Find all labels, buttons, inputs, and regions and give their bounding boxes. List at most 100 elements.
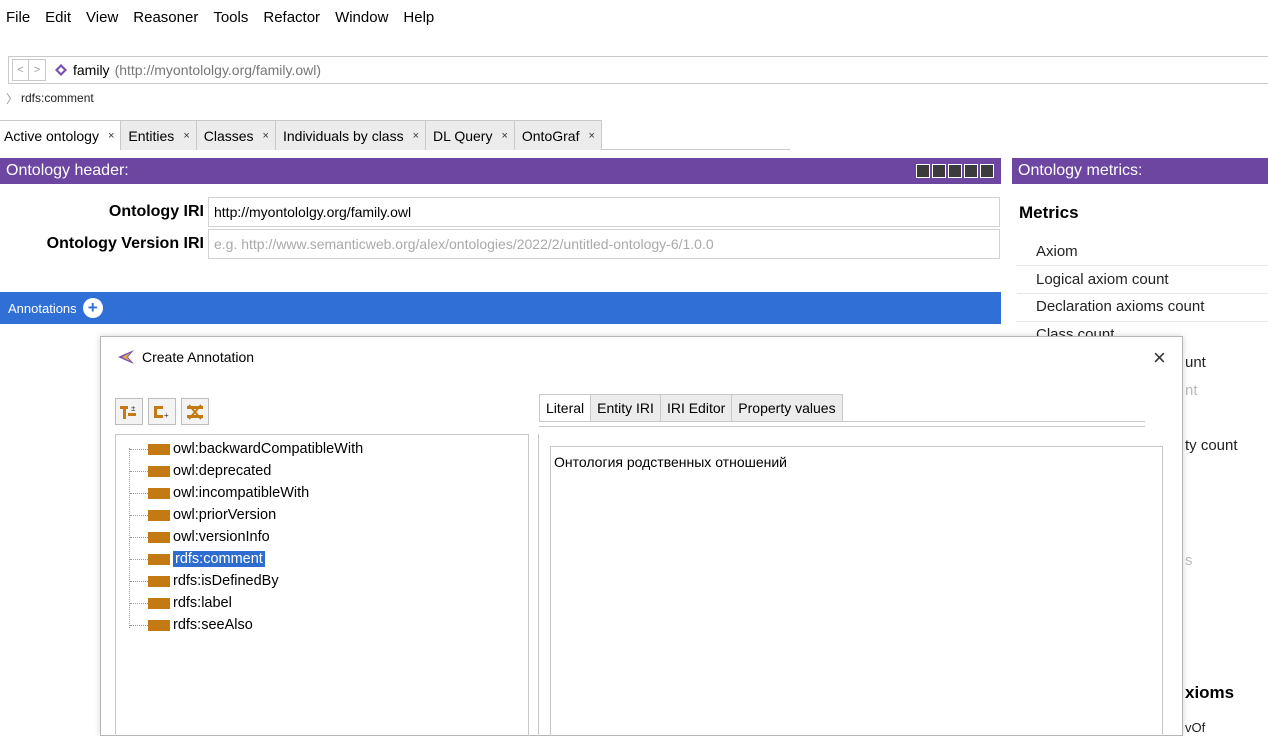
ontology-iri-value: http://myontololgy.org/family.owl <box>214 204 412 220</box>
tab-active-ontology[interactable]: Active ontology × <box>0 120 122 150</box>
metric-declaration-axioms-count: Declaration axioms count <box>1036 298 1205 315</box>
tab-close-icon[interactable]: × <box>108 130 114 142</box>
tree-connector <box>130 471 148 472</box>
delete-property-icon <box>187 403 203 420</box>
tree-connector <box>130 625 148 626</box>
tab-entities[interactable]: Entities × <box>121 120 197 150</box>
add-sub-property-button[interactable]: ± <box>115 398 143 425</box>
menu-view[interactable]: View <box>86 9 118 26</box>
property-icon <box>148 619 170 631</box>
metric-divider <box>1017 321 1268 322</box>
close-icon[interactable] <box>980 164 994 178</box>
split-vertical-icon[interactable] <box>932 164 946 178</box>
tab-iri-editor[interactable]: IRI Editor <box>660 394 733 422</box>
menu-edit[interactable]: Edit <box>45 9 71 26</box>
menu-refactor[interactable]: Refactor <box>263 9 320 26</box>
property-icon <box>148 597 170 609</box>
tab-literal[interactable]: Literal <box>539 394 592 422</box>
value-editor-tabs: Literal Entity IRI IRI Editor Property v… <box>539 394 843 422</box>
tree-connector <box>129 448 130 628</box>
tab-individuals-by-class[interactable]: Individuals by class × <box>275 120 427 150</box>
tab-dl-query[interactable]: DL Query × <box>426 120 515 150</box>
dialog-title-bar: Create Annotation <box>118 349 254 365</box>
menu-window[interactable]: Window <box>335 9 388 26</box>
tree-item[interactable]: rdfs:label <box>148 594 232 612</box>
tab-label: Entities <box>128 127 175 144</box>
dialog-close-button[interactable]: × <box>1153 345 1166 371</box>
metric-axiom: Axiom <box>1036 243 1078 260</box>
property-icon <box>148 509 170 521</box>
metric-logical-axiom-count: Logical axiom count <box>1036 271 1169 288</box>
annotation-property-tree: owl:backwardCompatibleWith owl:deprecate… <box>115 434 529 736</box>
menu-file[interactable]: File <box>6 9 30 26</box>
tab-close-icon[interactable]: × <box>183 130 189 142</box>
tab-divider <box>539 421 1145 422</box>
ontology-name[interactable]: family <box>73 62 110 78</box>
tab-bar: Active ontology × Entities × Classes × I… <box>0 120 790 150</box>
ontology-version-iri-label: Ontology Version IRI <box>46 235 204 252</box>
metrics-heading: Metrics <box>1019 203 1079 222</box>
tree-connector <box>130 449 148 450</box>
tab-entity-iri[interactable]: Entity IRI <box>591 394 661 422</box>
tree-item[interactable]: owl:incompatibleWith <box>148 484 309 502</box>
panel-title: Ontology header: <box>6 162 129 179</box>
tab-property-values[interactable]: Property values <box>732 394 843 422</box>
tree-connector <box>130 493 148 494</box>
tree-item[interactable]: rdfs:isDefinedBy <box>148 572 279 590</box>
ontology-iri-field[interactable]: http://myontololgy.org/family.owl <box>208 197 1000 227</box>
menu-reasoner[interactable]: Reasoner <box>133 9 198 26</box>
ontology-address-bar: < > family (http://myontololgy.org/famil… <box>8 56 1268 84</box>
literal-text-area[interactable]: Онтология родственных отношений <box>550 446 1163 736</box>
add-annotation-button[interactable]: + <box>82 298 103 318</box>
metric-class-count: Class count <box>1036 326 1115 336</box>
tab-label: DL Query <box>433 127 493 144</box>
metric-divider <box>1017 293 1268 294</box>
property-icon <box>148 553 170 565</box>
tab-close-icon[interactable]: × <box>501 130 507 142</box>
chevron-right-icon: 〉 <box>6 91 19 106</box>
menu-help[interactable]: Help <box>403 9 434 26</box>
tree-item-selected[interactable]: rdfs:comment <box>148 550 265 568</box>
ontology-metrics-title-bar: Ontology metrics: <box>1012 158 1268 184</box>
forward-button[interactable]: > <box>29 59 46 81</box>
tree-item-label: rdfs:seeAlso <box>173 617 253 633</box>
tab-close-icon[interactable]: × <box>263 130 269 142</box>
property-icon <box>148 531 170 543</box>
tab-label: OntoGraf <box>521 127 580 144</box>
float-icon[interactable] <box>964 164 978 178</box>
metric-partial: nt <box>1185 382 1198 399</box>
tab-close-icon[interactable]: × <box>588 130 594 142</box>
add-sibling-property-icon: + <box>154 405 169 420</box>
protege-logo-icon <box>118 350 134 364</box>
tree-connector <box>130 581 148 582</box>
tree-connector <box>130 559 148 560</box>
ontology-version-iri-field[interactable]: e.g. http://www.semanticweb.org/alex/ont… <box>208 229 1000 259</box>
tab-ontograf[interactable]: OntoGraf × <box>514 120 602 150</box>
panel-title: Ontology metrics: <box>1018 162 1143 179</box>
annotations-label: Annotations <box>8 300 77 316</box>
tree-connector <box>130 537 148 538</box>
add-sibling-property-button[interactable]: + <box>148 398 176 425</box>
tab-divider <box>539 426 1145 427</box>
tree-item[interactable]: owl:versionInfo <box>148 528 270 546</box>
annotations-bar: Annotations + <box>0 292 1001 324</box>
property-icon <box>148 575 170 587</box>
ontology-header-title-bar: Ontology header: <box>0 158 1001 184</box>
help-icon[interactable] <box>916 164 930 178</box>
tab-classes[interactable]: Classes × <box>196 120 276 150</box>
tree-item[interactable]: owl:priorVersion <box>148 506 276 524</box>
tree-item-label: rdfs:isDefinedBy <box>173 573 279 589</box>
delete-property-button[interactable] <box>181 398 209 425</box>
tree-item[interactable]: rdfs:seeAlso <box>148 616 253 634</box>
tree-item-label: owl:incompatibleWith <box>173 485 310 501</box>
ontology-version-iri-placeholder: e.g. http://www.semanticweb.org/alex/ont… <box>214 236 714 252</box>
split-horizontal-icon[interactable] <box>948 164 962 178</box>
property-icon <box>148 465 170 477</box>
tab-close-icon[interactable]: × <box>413 130 419 142</box>
menu-tools[interactable]: Tools <box>213 9 248 26</box>
tree-item[interactable]: owl:deprecated <box>148 462 271 480</box>
tree-item[interactable]: owl:backwardCompatibleWith <box>148 440 363 458</box>
back-button[interactable]: < <box>12 59 29 81</box>
tree-item-label: owl:versionInfo <box>173 529 270 545</box>
breadcrumb-item[interactable]: rdfs:comment <box>21 91 94 105</box>
